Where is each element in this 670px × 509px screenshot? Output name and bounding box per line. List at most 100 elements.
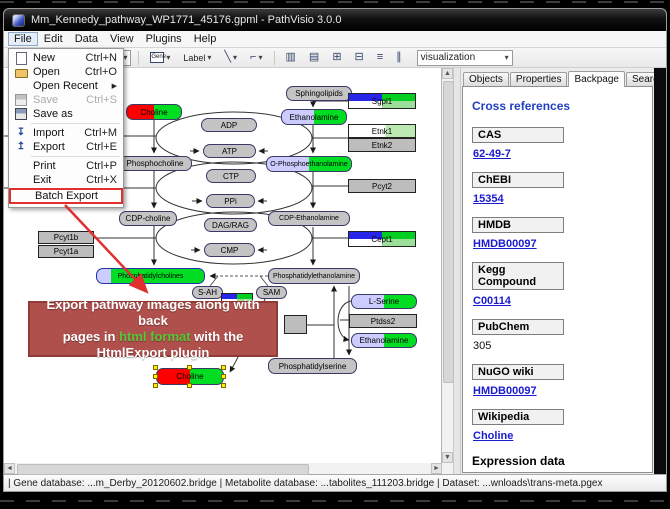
xref-section-cas: CAS 62-49-7 <box>472 127 643 160</box>
xref-header: ChEBI <box>472 172 564 188</box>
new-gene-product-button[interactable]: Gene ▾ <box>146 50 174 66</box>
align-center-vertical-button[interactable]: ▤ <box>305 50 323 66</box>
shape-tool-icon: ⌐ <box>250 52 256 63</box>
selection-handle[interactable] <box>153 365 158 370</box>
node-ethanolamine[interactable]: Ethanolamine <box>281 109 347 125</box>
node-ethanolamine-2[interactable]: Ethanolamine <box>351 333 417 348</box>
common-height-button[interactable]: ∥ <box>392 50 406 66</box>
scroll-down-icon[interactable]: ▼ <box>442 452 453 463</box>
menu-item-open[interactable]: OpenCtrl+O <box>9 65 123 79</box>
node-cdp-choline[interactable]: CDP-choline <box>119 211 177 226</box>
tab-objects[interactable]: Objects <box>463 72 509 86</box>
toolbar-separator <box>274 51 275 65</box>
menu-item-batch-export[interactable]: Batch Export <box>9 188 123 204</box>
common-width-button[interactable]: ≡ <box>373 50 387 66</box>
menu-item-import[interactable]: ↧ ImportCtrl+M <box>9 126 123 140</box>
xref-link[interactable]: 62-49-7 <box>473 148 511 160</box>
gene-box-icon: Gene <box>150 52 164 63</box>
menu-item-save[interactable]: SaveCtrl+S <box>9 93 123 107</box>
node-phosphocholine[interactable]: Phosphocholine <box>118 156 192 171</box>
node-etnk1[interactable]: Etnk1 <box>348 124 416 138</box>
node-pcyt1b[interactable]: Pcyt1b <box>38 231 94 244</box>
selection-handle[interactable] <box>187 383 192 388</box>
node-sphingolipids[interactable]: Sphingolipids <box>286 86 352 101</box>
menu-item-new[interactable]: NewCtrl+N <box>9 51 123 65</box>
tab-properties[interactable]: Properties <box>510 72 568 86</box>
node-dag-rag[interactable]: DAG/RAG <box>204 218 257 232</box>
node-cdp-ethanolamine[interactable]: CDP-Ethanolamine <box>268 211 350 226</box>
scroll-right-icon[interactable]: ► <box>431 463 442 474</box>
menu-separator <box>31 123 120 124</box>
selection-handle[interactable] <box>187 365 192 370</box>
new-line-button[interactable]: ╲ ▾ <box>220 50 241 66</box>
node-atp[interactable]: ATP <box>203 144 256 158</box>
node-sgpl1[interactable]: Sgpl1 <box>348 93 416 109</box>
node-l-serine[interactable]: L-Serine <box>351 294 417 309</box>
selection-handle[interactable] <box>153 383 158 388</box>
node-phosphatidylethanolamine[interactable]: Phosphatidylethanolamine <box>268 268 360 284</box>
new-shape-button[interactable]: ⌐ ▾ <box>246 50 266 66</box>
xref-link[interactable]: Choline <box>473 430 513 442</box>
file-menu-popup: NewCtrl+N OpenCtrl+O Open Recent▶ SaveCt… <box>8 48 124 208</box>
menu-item-open-recent[interactable]: Open Recent▶ <box>9 79 123 93</box>
node-ptdss2[interactable]: Ptdss2 <box>349 314 417 328</box>
node-phosphatidylcholines[interactable]: Phosphatidylcholines <box>96 268 205 284</box>
annotation-line1: Export pathway images along with back <box>30 297 276 329</box>
node-cept1[interactable]: Cept1 <box>348 231 416 247</box>
align-center-vertical-icon: ▤ <box>309 52 319 63</box>
menu-edit[interactable]: Edit <box>38 32 69 46</box>
menu-file[interactable]: File <box>8 32 38 46</box>
xref-link[interactable]: HMDB00097 <box>473 385 537 397</box>
node-etnk2[interactable]: Etnk2 <box>348 138 416 152</box>
menu-separator <box>31 156 120 157</box>
selection-handle[interactable] <box>221 383 226 388</box>
open-folder-icon <box>15 69 28 78</box>
menu-item-exit[interactable]: ExitCtrl+X <box>9 173 123 187</box>
node-adp[interactable]: ADP <box>201 118 257 132</box>
save-floppy-icon <box>15 94 27 106</box>
vertical-scrollbar[interactable]: ▲ ▼ <box>442 68 453 463</box>
menu-data[interactable]: Data <box>69 32 104 46</box>
menu-item-save-as[interactable]: Save as <box>9 107 123 121</box>
menu-item-print[interactable]: PrintCtrl+P <box>9 159 123 173</box>
toolbar-separator <box>138 51 139 65</box>
tab-backpage[interactable]: Backpage <box>568 71 624 87</box>
selection-handle[interactable] <box>221 365 226 370</box>
visualization-combobox[interactable]: visualization ▾ <box>417 50 513 66</box>
scroll-left-icon[interactable]: ◄ <box>4 463 15 474</box>
callout-annotation: Export pathway images along with back pa… <box>28 301 278 357</box>
distribute-vertical-button[interactable]: ⊟ <box>351 50 368 66</box>
xref-link[interactable]: 15354 <box>473 193 504 205</box>
horizontal-scrollbar[interactable]: ◄ ► <box>4 463 442 474</box>
node-choline[interactable]: Choline <box>126 104 182 120</box>
selection-handle[interactable] <box>221 374 226 379</box>
node-pcyt2[interactable]: Pcyt2 <box>348 179 416 193</box>
distribute-horizontal-icon: ⊞ <box>332 52 341 63</box>
menu-help[interactable]: Help <box>188 32 223 46</box>
chevron-down-icon: ▾ <box>505 53 509 62</box>
menu-view[interactable]: View <box>104 32 140 46</box>
title-bar[interactable]: Mm_Kennedy_pathway_WP1771_45176.gpml - P… <box>4 9 666 31</box>
xref-link[interactable]: HMDB00097 <box>473 238 537 250</box>
node-ppi[interactable]: PPi <box>206 194 255 208</box>
node-ctp[interactable]: CTP <box>206 169 256 183</box>
horizontal-scroll-thumb[interactable] <box>17 464 309 475</box>
distribute-horizontal-button[interactable]: ⊞ <box>328 50 345 66</box>
xref-link[interactable]: C00114 <box>473 295 511 307</box>
new-file-icon <box>16 52 27 65</box>
export-icon: ↥ <box>17 142 25 152</box>
selection-handle[interactable] <box>153 374 158 379</box>
align-center-horizontal-button[interactable]: ▥ <box>282 50 300 66</box>
panel-splitter[interactable] <box>453 68 461 474</box>
menu-plugins[interactable]: Plugins <box>140 32 188 46</box>
node-cmp[interactable]: CMP <box>204 243 255 257</box>
node-o-phosphoethanolamine[interactable]: O-Phosphoethanolamine <box>266 156 352 172</box>
node-pcyt1a[interactable]: Pcyt1a <box>38 245 94 258</box>
screen-edge-bottom <box>0 500 670 502</box>
scroll-up-icon[interactable]: ▲ <box>442 68 453 79</box>
new-label-button[interactable]: Label ▾ <box>179 50 215 66</box>
menu-item-export[interactable]: ↥ ExportCtrl+E <box>9 140 123 154</box>
node-gray-box-hidden[interactable] <box>284 315 307 334</box>
vertical-scroll-thumb[interactable] <box>443 81 454 383</box>
node-phosphatidylserine[interactable]: Phosphatidylserine <box>268 358 357 374</box>
